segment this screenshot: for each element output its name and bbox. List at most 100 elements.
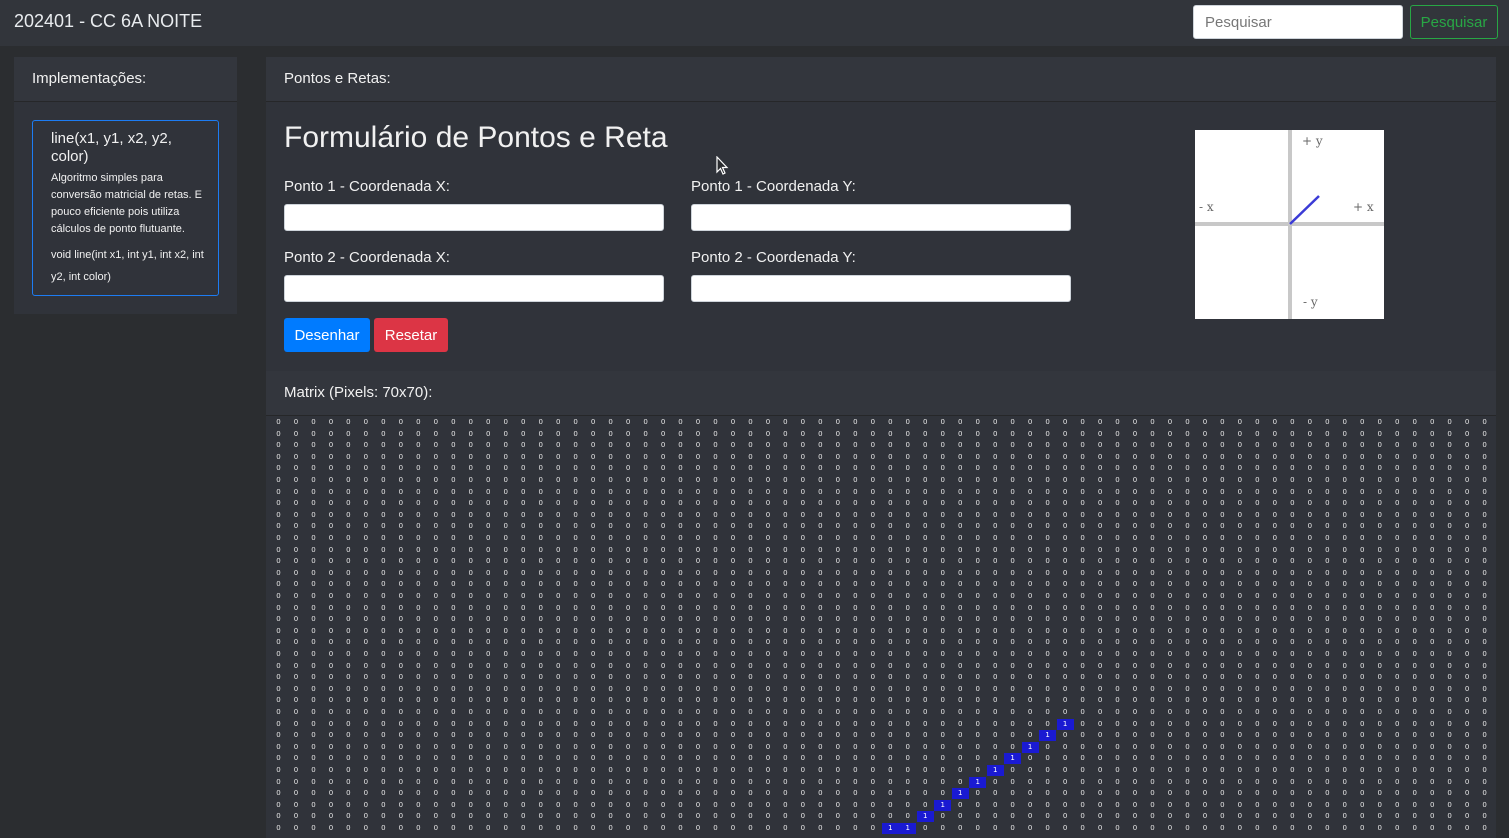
- matrix-cell: 0: [363, 441, 369, 450]
- matrix-cell: 0: [800, 499, 806, 508]
- matrix-cell: 0: [555, 800, 561, 809]
- matrix-cell: 0: [468, 650, 473, 658]
- matrix-cell: 0: [520, 766, 526, 774]
- matrix-cell: 0: [905, 638, 910, 647]
- matrix-cell: 0: [363, 742, 369, 751]
- matrix-cell: 0: [276, 499, 281, 508]
- matrix-cell: 0: [1237, 557, 1243, 566]
- matrix-cell: 0: [363, 719, 369, 728]
- matrix-cell: 0: [346, 824, 351, 832]
- matrix-cell: 0: [1132, 418, 1138, 426]
- matrix-cell: 0: [783, 499, 788, 508]
- matrix-cell: 0: [835, 499, 841, 508]
- matrix-cell: 0: [940, 812, 945, 821]
- matrix-cell: 0: [957, 800, 963, 809]
- matrix-cell: 0: [555, 452, 561, 461]
- matrix-cell: 0: [1290, 812, 1295, 821]
- matrix-cell: 0: [1394, 534, 1400, 542]
- matrix-cell: 0: [468, 696, 473, 705]
- matrix-cell: 0: [870, 777, 876, 786]
- matrix-cell: 0: [695, 580, 701, 589]
- matrix-cell: 0: [695, 800, 701, 809]
- matrix-cell: 0: [888, 754, 893, 763]
- matrix-cell: 0: [1027, 580, 1033, 589]
- matrix-cell: 0: [1115, 696, 1120, 705]
- search-button[interactable]: Pesquisar: [1410, 5, 1498, 39]
- matrix-cell: 0: [293, 615, 299, 624]
- matrix-cell: 0: [398, 557, 404, 566]
- matrix-cell: 0: [468, 661, 473, 670]
- matrix-cell: 0: [1307, 708, 1313, 716]
- matrix-cell: 0: [660, 626, 666, 635]
- matrix-cell: 0: [1027, 568, 1033, 577]
- matrix-cell: 0: [923, 545, 928, 554]
- matrix-cell: 0: [1325, 766, 1330, 774]
- matrix-cell: 0: [1255, 742, 1260, 751]
- matrix-cell: 0: [678, 812, 683, 821]
- matrix-cell: 0: [1150, 603, 1155, 612]
- matrix-cell: 0: [923, 568, 928, 577]
- matrix-cell: 0: [660, 638, 666, 647]
- matrix-cell: 0: [1010, 719, 1015, 728]
- matrix-cell: 0: [1360, 580, 1365, 589]
- matrix-cell: 0: [468, 522, 473, 531]
- matrix-cell: 0: [1429, 499, 1435, 508]
- matrix-cell: 0: [870, 731, 876, 740]
- matrix-cell: 0: [293, 418, 299, 426]
- p2y-input[interactable]: [691, 275, 1071, 302]
- matrix-cell: 0: [800, 789, 806, 798]
- matrix-cell: 0: [398, 742, 404, 751]
- matrix-cell: 0: [1464, 638, 1470, 647]
- implementation-card-line[interactable]: line(x1, y1, x2, y2, color) Algoritmo si…: [32, 120, 219, 296]
- matrix-cell: 0: [1447, 708, 1452, 716]
- matrix-cell: 0: [957, 708, 963, 716]
- matrix-cell: 0: [783, 696, 788, 705]
- matrix-cell: 0: [870, 696, 876, 705]
- p2x-input[interactable]: [284, 275, 664, 302]
- matrix-cell: 0: [346, 452, 351, 461]
- matrix-cell: 0: [1394, 626, 1400, 635]
- reset-button[interactable]: Resetar: [374, 318, 448, 352]
- matrix-cell: 0: [1290, 777, 1295, 786]
- matrix-cell: 0: [1447, 719, 1452, 728]
- matrix-cell: 0: [311, 800, 316, 809]
- matrix-cell: 0: [835, 487, 841, 496]
- matrix-cell: 0: [1482, 476, 1487, 484]
- matrix-cell: 0: [1045, 661, 1050, 670]
- matrix-cell: 0: [608, 464, 613, 473]
- matrix-cell: 0: [625, 592, 631, 600]
- matrix-cell: 0: [678, 754, 683, 763]
- matrix-cell: 0: [1062, 464, 1068, 473]
- matrix-cell: 0: [730, 452, 736, 461]
- matrix-cell: 0: [1167, 650, 1173, 658]
- draw-button[interactable]: Desenhar: [284, 318, 370, 352]
- matrix-cell: 0: [783, 476, 788, 484]
- matrix-cell-on: 1: [986, 765, 1004, 776]
- matrix-cell: 0: [363, 580, 369, 589]
- matrix-cell: 0: [486, 557, 491, 566]
- p1x-input[interactable]: [284, 204, 664, 231]
- search-input[interactable]: [1193, 5, 1403, 39]
- matrix-cell: 0: [398, 719, 404, 728]
- matrix-cell: 0: [1377, 719, 1382, 728]
- matrix-cell: 0: [730, 615, 736, 624]
- matrix-cell: 0: [765, 476, 771, 484]
- matrix-cell: 0: [783, 441, 788, 450]
- matrix-cell: 0: [1115, 545, 1120, 554]
- matrix-cell: 0: [538, 766, 543, 774]
- brand-title[interactable]: 202401 - CC 6A NOITE: [14, 11, 202, 32]
- matrix-cell: 0: [503, 824, 508, 832]
- matrix-cell: 0: [1045, 812, 1050, 821]
- matrix-cell: 0: [503, 800, 508, 809]
- matrix-cell: 0: [520, 789, 526, 798]
- matrix-cell: 0: [1027, 464, 1033, 473]
- matrix-cell: 0: [1272, 650, 1278, 658]
- matrix-cell: 0: [1167, 719, 1173, 728]
- axes-image: + y - x + x - y: [1195, 130, 1384, 319]
- matrix-cell: 0: [1394, 673, 1400, 682]
- matrix-cell: 0: [1377, 789, 1382, 798]
- p1y-input[interactable]: [691, 204, 1071, 231]
- matrix-cell: 0: [590, 499, 596, 508]
- matrix-cell: 0: [1115, 638, 1120, 647]
- matrix-cell: 0: [992, 626, 998, 635]
